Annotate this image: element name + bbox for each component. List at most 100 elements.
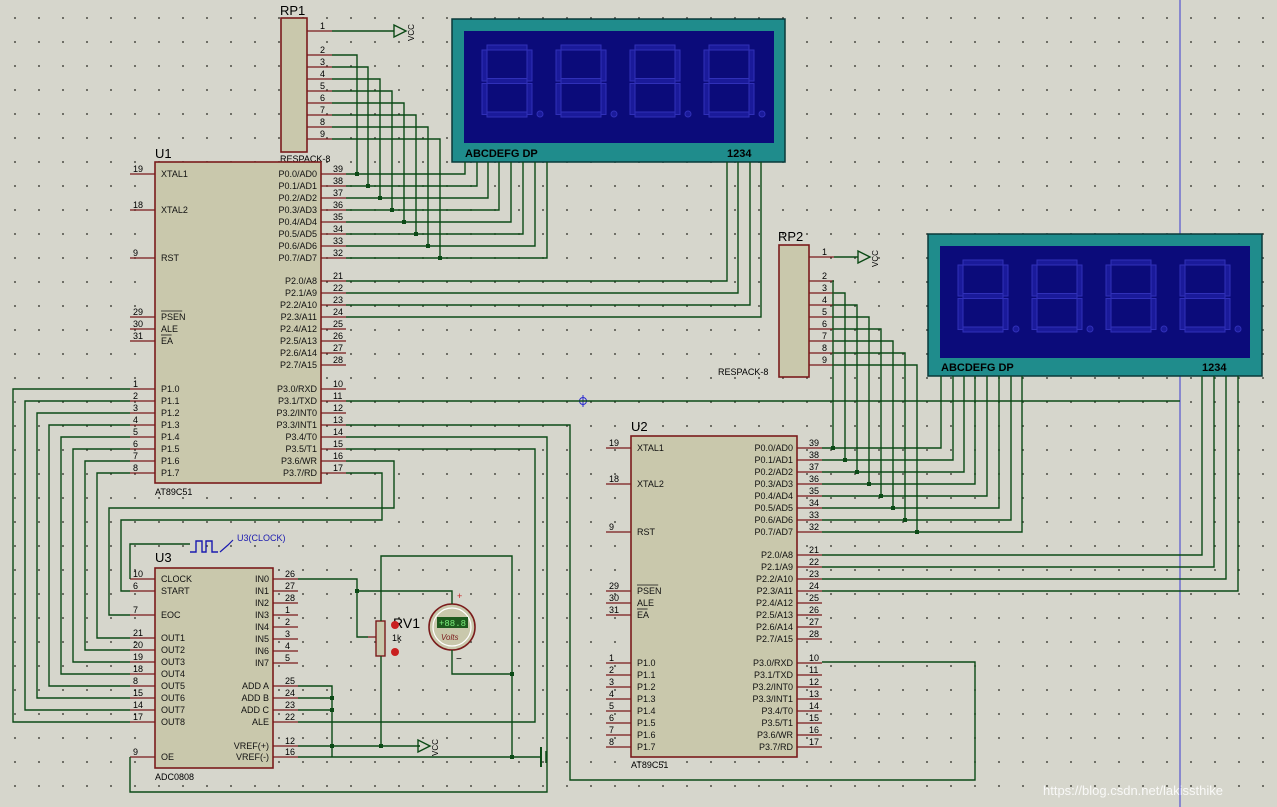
junction-dot bbox=[330, 744, 334, 748]
junction-dot bbox=[879, 494, 883, 498]
u1-ale-pin-label: ALE bbox=[161, 324, 178, 334]
u3-oe-pin-number: 9 bbox=[133, 747, 138, 757]
u2-p01ad1-pin-label: P0.1/AD1 bbox=[754, 455, 793, 465]
decimal-point bbox=[1160, 325, 1168, 333]
u3-oe-pin-label: OE bbox=[161, 752, 174, 762]
voltmeter-minus: − bbox=[456, 654, 462, 665]
u2-p11-pin-label: P1.1 bbox=[637, 670, 656, 680]
segment bbox=[1224, 264, 1231, 297]
u2-p23a11-pin-number: 24 bbox=[809, 581, 819, 591]
u1-p14-pin-label: P1.4 bbox=[161, 432, 180, 442]
u1-p03ad3-pin-label: P0.3/AD3 bbox=[278, 205, 317, 215]
u1-p00ad0-pin-number: 39 bbox=[333, 164, 343, 174]
segment bbox=[1076, 298, 1083, 330]
u2-p21a9-pin-label: P2.1/A9 bbox=[761, 562, 793, 572]
u1-p36wr-pin-number: 16 bbox=[333, 451, 343, 461]
rp2-pin-number: 7 bbox=[822, 331, 827, 341]
u1-p07ad7-pin-label: P0.7/AD7 bbox=[278, 253, 317, 263]
u3-ale-pin-number: 22 bbox=[285, 712, 295, 722]
u3-in1-pin-number: 27 bbox=[285, 581, 295, 591]
u1-p04ad4-pin-number: 35 bbox=[333, 212, 343, 222]
u1-p33int1-pin-label: P3.3/INT1 bbox=[276, 420, 317, 430]
u3-part: ADC0808 bbox=[155, 772, 194, 782]
segment bbox=[674, 83, 681, 115]
rp2-pin-number: 5 bbox=[822, 307, 827, 317]
segment bbox=[526, 49, 533, 82]
u1-p05ad5-pin-number: 34 bbox=[333, 224, 343, 234]
junction-dot bbox=[915, 530, 919, 534]
u2-p02ad2-pin-number: 37 bbox=[809, 462, 819, 472]
segment bbox=[555, 49, 562, 82]
wire bbox=[822, 376, 1203, 556]
u2-p00ad0-pin-label: P0.0/AD0 bbox=[754, 443, 793, 453]
u2-p05ad5-pin-number: 34 bbox=[809, 498, 819, 508]
rv1-increase-icon[interactable] bbox=[391, 621, 399, 629]
u3-vref-pin-label: VREF(+) bbox=[234, 741, 269, 751]
segment bbox=[560, 44, 602, 51]
clock-source-icon[interactable]: U3(CLOCK) bbox=[190, 533, 286, 553]
u3-vref-pin-number: 12 bbox=[285, 736, 295, 746]
seven-seg-display-2[interactable]: ABCDEFG DP 1234 bbox=[927, 233, 1263, 377]
rp1-resistor-pack[interactable]: RP1 RESPACK-8 123456789 bbox=[280, 3, 332, 164]
rp2-resistor-pack[interactable]: RP2 RESPACK-8 1 2 3 4 5 6 7 8 9 bbox=[718, 229, 834, 378]
u2-p34t0-pin-label: P3.4/T0 bbox=[761, 706, 793, 716]
u2-microcontroller[interactable]: U2 AT89C51 19 XTAL118 XTAL29 RST29 PSEN30 ALE… bbox=[606, 419, 822, 770]
u3-clock-pin-label: CLOCK bbox=[161, 574, 192, 584]
u2-psen-pin-label: PSEN bbox=[637, 586, 662, 596]
u1-psen-pin-number: 29 bbox=[133, 307, 143, 317]
u3-out1-pin-number: 21 bbox=[133, 628, 143, 638]
u2-p36wr-pin-label: P3.6/WR bbox=[757, 730, 794, 740]
u2-psen-pin-number: 29 bbox=[609, 581, 619, 591]
segment bbox=[708, 44, 750, 51]
u3-out8-pin-number: 17 bbox=[133, 712, 143, 722]
u1-p32int0-pin-label: P3.2/INT0 bbox=[276, 408, 317, 418]
u1-p06ad6-pin-number: 33 bbox=[333, 236, 343, 246]
u1-p25a13-pin-label: P2.5/A13 bbox=[280, 336, 317, 346]
u1-p13-pin-label: P1.3 bbox=[161, 420, 180, 430]
rp2-pin-number: 2 bbox=[822, 271, 827, 281]
rp1-pin-number: 5 bbox=[320, 81, 325, 91]
u2-p05ad5-pin-label: P0.5/AD5 bbox=[754, 503, 793, 513]
segment bbox=[560, 78, 602, 84]
u2-xtal1-pin-number: 19 bbox=[609, 438, 619, 448]
u2-p33int1-pin-number: 13 bbox=[809, 689, 819, 699]
rp2-pin-number: 1 bbox=[822, 247, 827, 257]
rv1-decrease-icon[interactable] bbox=[391, 648, 399, 656]
seven-seg-display-1[interactable]: ABCDEFG DP 1234 bbox=[451, 18, 786, 163]
display2-digit-label: 1234 bbox=[1202, 362, 1227, 374]
u2-p14-pin-number: 5 bbox=[609, 701, 614, 711]
u3-out4-pin-number: 18 bbox=[133, 664, 143, 674]
junction-dot bbox=[426, 244, 430, 248]
u3-out5-pin-label: OUT5 bbox=[161, 681, 185, 691]
u1-p17-pin-number: 8 bbox=[133, 463, 138, 473]
u2-p26a14-pin-label: P2.6/A14 bbox=[756, 622, 793, 632]
u1-ea-pin-number: 31 bbox=[133, 331, 143, 341]
segment bbox=[600, 83, 607, 115]
segment bbox=[629, 49, 636, 82]
rp2-ref: RP2 bbox=[778, 229, 803, 244]
u3-vref-pin-number: 16 bbox=[285, 747, 295, 757]
u1-p03ad3-pin-number: 36 bbox=[333, 200, 343, 210]
u2-p17-pin-label: P1.7 bbox=[637, 742, 656, 752]
u3-adc[interactable]: U3 ADC0808 10 CLOCK6 START7 EOC21 OUT120 OUT2… bbox=[130, 533, 298, 782]
u2-ale-pin-label: ALE bbox=[637, 598, 654, 608]
u3-in4-pin-label: IN4 bbox=[255, 622, 269, 632]
u3-addb-pin-label: ADD B bbox=[241, 693, 269, 703]
u1-microcontroller[interactable]: U1 AT89C51 19 XTAL118 XTAL29 RST29 PSEN30 ALE… bbox=[130, 146, 346, 497]
rv1-potentiometer[interactable]: RV1 1k bbox=[368, 615, 420, 657]
rp1-pin-number: 1 bbox=[320, 21, 325, 31]
voltmeter-unit: Volts bbox=[441, 633, 459, 642]
segment bbox=[962, 259, 1004, 266]
u2-p07ad7-pin-label: P0.7/AD7 bbox=[754, 527, 793, 537]
vcc-label: VCC bbox=[407, 24, 416, 41]
wire bbox=[356, 591, 368, 638]
u3-out3-pin-label: OUT3 bbox=[161, 657, 185, 667]
u2-p01ad1-pin-number: 38 bbox=[809, 450, 819, 460]
clock-label: U3(CLOCK) bbox=[237, 533, 286, 543]
u2-p22a10-pin-number: 23 bbox=[809, 569, 819, 579]
segment bbox=[634, 111, 676, 118]
u2-p31txd-pin-number: 11 bbox=[809, 665, 818, 675]
u1-psen-pin-label: PSEN bbox=[161, 312, 186, 322]
segment bbox=[748, 49, 755, 82]
rp1-pin-number: 6 bbox=[320, 93, 325, 103]
